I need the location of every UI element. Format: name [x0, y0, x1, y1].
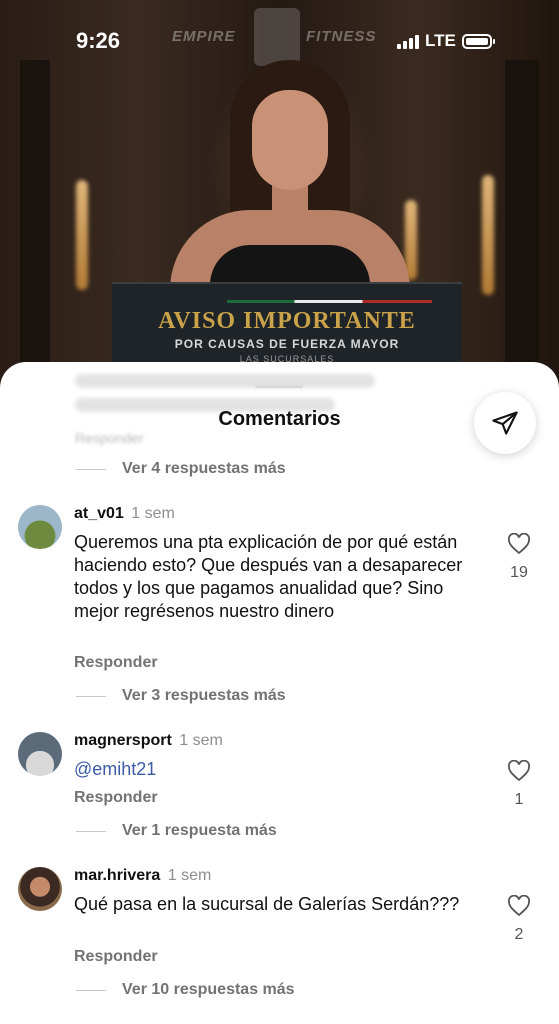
- like-count: 19: [510, 564, 528, 581]
- comment-time: 1 sem: [131, 505, 175, 522]
- heart-icon: [507, 533, 531, 555]
- network-label: LTE: [425, 31, 456, 50]
- blurred-reply-button: Responder: [75, 430, 144, 446]
- comment-username[interactable]: magnersport: [74, 732, 172, 749]
- like-count: 1: [514, 791, 524, 808]
- view-more-replies-label: Ver 4 respuestas más: [122, 460, 286, 477]
- battery-icon: [461, 33, 495, 49]
- view-more-replies-label: Ver 10 respuestas más: [122, 981, 295, 998]
- heart-icon: [507, 895, 531, 917]
- light-strip: [76, 180, 88, 290]
- comment-username[interactable]: at_v01: [74, 505, 124, 522]
- like-button[interactable]: 19: [505, 533, 533, 582]
- comments-sheet: Responder Comentarios Ver 4 respuestas m…: [0, 362, 559, 1024]
- send-icon: [492, 411, 518, 435]
- view-more-replies[interactable]: Ver 3 respuestas más: [76, 687, 286, 705]
- avatar[interactable]: [18, 867, 62, 911]
- comment-text: Qué pasa en la sucursal de Galerías Serd…: [74, 894, 460, 914]
- avatar[interactable]: [18, 505, 62, 549]
- post-person: [170, 60, 410, 345]
- comment-header: magnersport 1 sem: [74, 732, 223, 750]
- share-button[interactable]: [474, 392, 536, 454]
- comment-username[interactable]: mar.hrivera: [74, 867, 160, 884]
- view-more-replies-label: Ver 1 respuesta más: [122, 822, 277, 839]
- light-strip: [482, 175, 494, 295]
- status-time: 9:26: [76, 28, 121, 53]
- divider: [76, 830, 106, 832]
- brand-logo: [254, 8, 300, 66]
- comment-header: at_v01 1 sem: [74, 505, 175, 523]
- view-more-replies[interactable]: Ver 4 respuestas más: [76, 460, 286, 478]
- blurred-comment-line: [75, 374, 375, 388]
- divider: [76, 468, 106, 470]
- gym-rack: [505, 60, 539, 380]
- comment-header: mar.hrivera 1 sem: [74, 867, 211, 885]
- status-indicators: LTE: [397, 31, 495, 51]
- gym-rack: [20, 60, 50, 380]
- like-count: 2: [514, 926, 524, 943]
- avatar[interactable]: [18, 732, 62, 776]
- reply-button[interactable]: Responder: [74, 948, 158, 966]
- divider: [76, 989, 106, 991]
- heart-icon: [507, 760, 531, 782]
- like-button[interactable]: 1: [505, 760, 533, 809]
- comment-time: 1 sem: [167, 867, 212, 884]
- signal-icon: [397, 33, 419, 49]
- brand-text-left: EMPIRE: [172, 28, 236, 45]
- comment-item: magnersport 1 sem @emiht21 Responder 1: [0, 732, 559, 862]
- notice-subtitle: POR CAUSAS DE FUERZA MAYOR: [174, 337, 400, 351]
- reply-button[interactable]: Responder: [74, 789, 158, 807]
- comment-text: Queremos una pta explicación de por qué …: [74, 532, 463, 621]
- notice-title: AVISO IMPORTANTE: [158, 308, 416, 334]
- view-more-replies[interactable]: Ver 1 respuesta más: [76, 822, 277, 840]
- comment-time: 1 sem: [179, 732, 223, 749]
- view-more-replies[interactable]: Ver 10 respuestas más: [76, 981, 295, 999]
- notice-banner: AVISO IMPORTANTE POR CAUSAS DE FUERZA MA…: [112, 282, 462, 372]
- comment-item: at_v01 1 sem Queremos una pta explicació…: [0, 505, 559, 705]
- comment-item: mar.hrivera 1 sem Qué pasa en la sucursa…: [0, 867, 559, 997]
- divider: [76, 695, 106, 697]
- like-button[interactable]: 2: [505, 895, 533, 944]
- post-image: EMPIRE FITNESS AVISO IMPORTANTE POR CAUS…: [0, 0, 559, 420]
- comment-mention[interactable]: @emiht21: [74, 758, 474, 781]
- reply-button[interactable]: Responder: [74, 654, 158, 672]
- brand-text-right: FITNESS: [306, 28, 377, 45]
- view-more-replies-label: Ver 3 respuestas más: [122, 687, 286, 704]
- flag-stripe: [227, 300, 432, 303]
